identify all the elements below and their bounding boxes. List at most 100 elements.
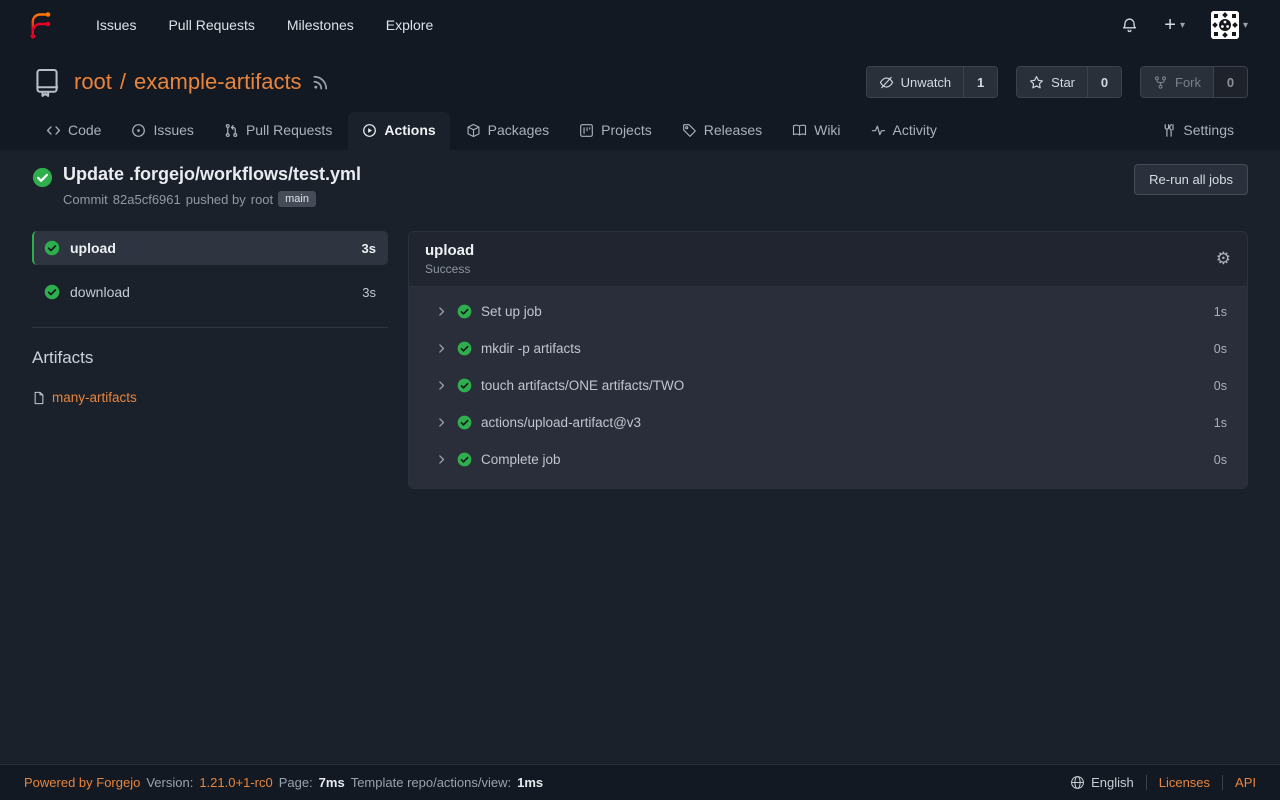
- fork-button-group: Fork 0: [1140, 66, 1248, 98]
- job-item-upload[interactable]: upload 3s: [32, 231, 388, 265]
- job-steps-list: Set up job 1s mkdir -p artifacts 0s touc…: [409, 287, 1247, 488]
- job-duration: 3s: [362, 285, 376, 300]
- tab-wiki[interactable]: Wiki: [778, 112, 854, 150]
- breadcrumb-slash: /: [120, 69, 126, 95]
- page-time-label: Page:: [279, 775, 313, 790]
- rerun-all-jobs-button[interactable]: Re-run all jobs: [1134, 164, 1248, 195]
- repo-name-link[interactable]: example-artifacts: [134, 69, 302, 95]
- tab-issues[interactable]: Issues: [117, 112, 207, 150]
- chevron-right-icon: [435, 416, 448, 429]
- step-name: actions/upload-artifact@v3: [481, 415, 641, 430]
- step-row[interactable]: actions/upload-artifact@v3 1s: [409, 404, 1247, 441]
- language-selector[interactable]: English: [1070, 775, 1146, 790]
- step-duration: 1s: [1214, 416, 1227, 430]
- step-name: mkdir -p artifacts: [481, 341, 581, 356]
- unwatch-button[interactable]: Unwatch: [867, 67, 964, 97]
- star-button[interactable]: Star: [1017, 67, 1087, 97]
- step-row[interactable]: mkdir -p artifacts 0s: [409, 330, 1247, 367]
- run-title: Update .forgejo/workflows/test.yml: [63, 164, 361, 185]
- artifact-item: many-artifacts: [32, 390, 388, 405]
- globe-icon: [1070, 775, 1085, 790]
- job-detail-status: Success: [425, 262, 474, 276]
- forks-count[interactable]: 0: [1213, 67, 1247, 97]
- run-success-check-icon: [32, 167, 53, 207]
- tab-code[interactable]: Code: [32, 112, 115, 150]
- user-menu-dropdown[interactable]: ▾: [1203, 5, 1256, 45]
- page-footer: Powered by Forgejo Version: 1.21.0+1-rc0…: [0, 764, 1280, 800]
- plus-icon: +: [1164, 17, 1176, 33]
- step-success-check-icon: [457, 341, 472, 356]
- version-label: Version:: [146, 775, 193, 790]
- commit-author[interactable]: root: [251, 192, 273, 207]
- run-commit-line: Commit 82a5cf6961 pushed by root main: [63, 191, 361, 207]
- tab-pull-requests[interactable]: Pull Requests: [210, 112, 346, 150]
- step-name: touch artifacts/ONE artifacts/TWO: [481, 378, 684, 393]
- eye-slash-icon: [879, 75, 894, 90]
- nav-link-pull-requests[interactable]: Pull Requests: [154, 9, 268, 41]
- sidebar-divider: [32, 327, 388, 328]
- job-success-check-icon: [44, 240, 60, 256]
- fork-button[interactable]: Fork: [1141, 67, 1213, 97]
- template-time-label: Template repo/actions/view:: [351, 775, 511, 790]
- notifications-bell-icon[interactable]: [1113, 11, 1146, 40]
- repo-tabs: Code Issues Pull Requests Actions Packag…: [32, 112, 1248, 150]
- step-row[interactable]: touch artifacts/ONE artifacts/TWO 0s: [409, 367, 1247, 404]
- tab-releases[interactable]: Releases: [668, 112, 776, 150]
- tab-projects[interactable]: Projects: [565, 112, 666, 150]
- book-open-icon: [792, 123, 807, 138]
- artifacts-heading: Artifacts: [32, 348, 388, 368]
- repository-icon: [32, 67, 62, 97]
- job-options-gear-icon[interactable]: ⚙: [1216, 249, 1231, 269]
- chevron-right-icon: [435, 379, 448, 392]
- job-detail-header: upload Success ⚙: [409, 232, 1247, 287]
- step-success-check-icon: [457, 415, 472, 430]
- tab-settings[interactable]: Settings: [1147, 112, 1248, 150]
- watch-button-group: Unwatch 1: [866, 66, 999, 98]
- step-duration: 0s: [1214, 453, 1227, 467]
- job-duration: 3s: [362, 241, 376, 256]
- tag-icon: [682, 123, 697, 138]
- pull-request-icon: [224, 123, 239, 138]
- step-row[interactable]: Complete job 0s: [409, 441, 1247, 478]
- package-icon: [466, 123, 481, 138]
- rss-icon[interactable]: [312, 74, 329, 91]
- tab-activity[interactable]: Activity: [857, 112, 951, 150]
- jobs-sidebar: upload 3s download 3s Artifacts many-art…: [32, 231, 388, 489]
- stars-count[interactable]: 0: [1087, 67, 1121, 97]
- step-success-check-icon: [457, 304, 472, 319]
- step-duration: 0s: [1214, 342, 1227, 356]
- api-link[interactable]: API: [1222, 775, 1256, 790]
- star-icon: [1029, 75, 1044, 90]
- fork-icon: [1153, 75, 1168, 90]
- branch-badge[interactable]: main: [278, 191, 316, 207]
- commit-hash[interactable]: 82a5cf6961: [113, 192, 181, 207]
- tab-packages[interactable]: Packages: [452, 112, 563, 150]
- forgejo-logo-icon[interactable]: [24, 9, 56, 41]
- job-name: download: [70, 284, 130, 300]
- repo-owner-link[interactable]: root: [74, 69, 112, 95]
- actions-play-icon: [362, 123, 377, 138]
- step-success-check-icon: [457, 378, 472, 393]
- version-link[interactable]: 1.21.0+1-rc0: [199, 775, 272, 790]
- issue-icon: [131, 123, 146, 138]
- repo-breadcrumb: root / example-artifacts: [74, 69, 302, 95]
- nav-link-milestones[interactable]: Milestones: [273, 9, 368, 41]
- nav-link-issues[interactable]: Issues: [82, 9, 150, 41]
- template-time-value: 1ms: [517, 775, 543, 790]
- tab-actions[interactable]: Actions: [348, 112, 449, 150]
- pulse-icon: [871, 123, 886, 138]
- powered-by-forgejo-link[interactable]: Powered by Forgejo: [24, 775, 140, 790]
- navbar-right: + ▾: [1113, 5, 1256, 45]
- job-item-download[interactable]: download 3s: [32, 275, 388, 309]
- job-detail-panel: upload Success ⚙ Set up job 1s mkdir -p …: [408, 231, 1248, 489]
- nav-link-explore[interactable]: Explore: [372, 9, 447, 41]
- file-icon: [32, 391, 46, 405]
- chevron-right-icon: [435, 453, 448, 466]
- licenses-link[interactable]: Licenses: [1146, 775, 1222, 790]
- watchers-count[interactable]: 1: [963, 67, 997, 97]
- step-row[interactable]: Set up job 1s: [409, 293, 1247, 330]
- artifact-download-link[interactable]: many-artifacts: [52, 390, 137, 405]
- user-avatar: [1211, 11, 1239, 39]
- create-new-dropdown[interactable]: + ▾: [1156, 11, 1193, 39]
- step-duration: 0s: [1214, 379, 1227, 393]
